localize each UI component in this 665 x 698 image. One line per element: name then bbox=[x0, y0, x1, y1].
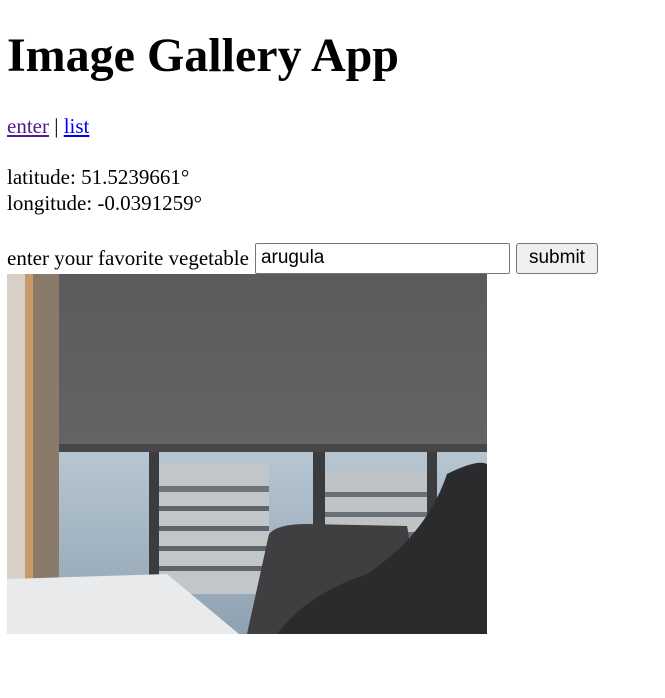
list-link[interactable]: list bbox=[64, 114, 90, 138]
location-info: latitude: 51.5239661° longitude: -0.0391… bbox=[7, 164, 202, 216]
nav-separator: | bbox=[54, 114, 59, 138]
latitude-text: latitude: 51.5239661° bbox=[7, 165, 190, 189]
vegetable-input[interactable] bbox=[254, 242, 510, 274]
enter-link[interactable]: enter bbox=[7, 114, 49, 138]
nav-bar: enter | list bbox=[7, 113, 89, 139]
longitude-text: longitude: -0.0391259° bbox=[7, 191, 203, 215]
page-title: Image Gallery App bbox=[7, 29, 399, 82]
camera-preview bbox=[7, 274, 487, 634]
vegetable-form: enter your favorite vegetable submit bbox=[7, 242, 598, 274]
camera-image bbox=[7, 274, 487, 634]
submit-button[interactable]: submit bbox=[515, 242, 598, 274]
vegetable-label: enter your favorite vegetable bbox=[7, 246, 249, 270]
